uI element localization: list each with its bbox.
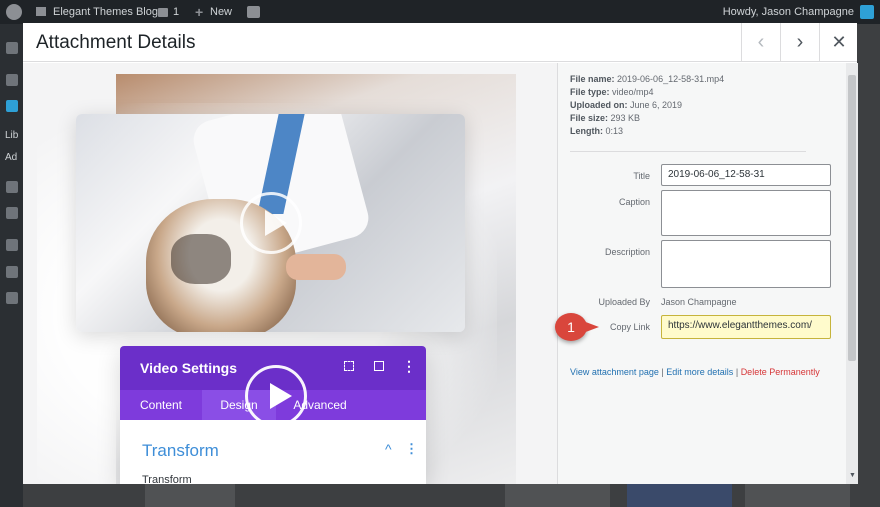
- menu-add-new-text[interactable]: Ad: [5, 152, 17, 163]
- video-settings-title: Video Settings: [140, 360, 237, 376]
- scrollbar-thumb[interactable]: [848, 75, 856, 361]
- background-strip: [505, 484, 610, 507]
- section-more-icon[interactable]: ⋮: [405, 441, 418, 457]
- title-label: Title: [633, 171, 650, 181]
- feedback-icon[interactable]: [6, 207, 18, 219]
- file-size-value: 293 KB: [610, 113, 641, 123]
- caption-textarea[interactable]: [661, 190, 831, 236]
- comments-menu-icon[interactable]: [6, 181, 18, 193]
- settings-icon[interactable]: [6, 292, 18, 304]
- copy-link-input[interactable]: https://www.elegantthemes.com/: [661, 315, 831, 339]
- media-preview: Video Settings ⋮ Content Design Advanced…: [23, 63, 557, 484]
- video-thumbnail[interactable]: [76, 114, 465, 332]
- delete-permanently-link[interactable]: Delete Permanently: [741, 367, 820, 377]
- tab-content[interactable]: Content: [120, 390, 202, 420]
- edit-more-details-link[interactable]: Edit more details: [666, 367, 733, 377]
- file-size-label: File size:: [570, 113, 609, 123]
- view-attachment-page-link[interactable]: View attachment page: [570, 367, 659, 377]
- details-scrollbar[interactable]: ▼: [846, 63, 858, 484]
- uploaded-by-label: Uploaded By: [598, 297, 650, 307]
- background-strip: [145, 484, 235, 507]
- scroll-down-icon[interactable]: ▼: [849, 472, 856, 479]
- admin-bar: Elegant Themes Blog 1 + New Howdy, Jason…: [0, 0, 880, 24]
- separator: |: [661, 367, 664, 377]
- posts-pin-icon[interactable]: [6, 74, 18, 86]
- separator: |: [735, 367, 739, 377]
- chevron-left-icon: ‹: [757, 31, 765, 53]
- description-label: Description: [604, 247, 650, 257]
- admin-side-menu: Lib Ad: [0, 24, 23, 507]
- modal-header: Attachment Details ‹ › ✕: [23, 23, 857, 62]
- description-textarea[interactable]: [661, 240, 831, 288]
- chevron-up-icon[interactable]: ^: [385, 441, 392, 457]
- vet-hand: [286, 254, 346, 280]
- close-modal-button[interactable]: ✕: [819, 23, 858, 62]
- length-label: Length:: [570, 126, 603, 136]
- step-callout-badge: 1: [555, 313, 599, 341]
- expand-icon[interactable]: [344, 361, 354, 371]
- attachment-actions: View attachment page | Edit more details…: [570, 367, 820, 377]
- caption-label: Caption: [618, 197, 650, 207]
- more-options-icon[interactable]: ⋮: [402, 358, 416, 375]
- chevron-right-icon: ›: [796, 31, 804, 53]
- attachment-info-pane: File name: 2019-06-06_12-58-31.mp4 File …: [557, 63, 858, 484]
- howdy-user-link[interactable]: Howdy, Jason Champagne: [723, 6, 854, 18]
- previous-attachment-button[interactable]: ‹: [741, 23, 780, 62]
- uploaded-on-value: June 6, 2019: [630, 100, 683, 110]
- next-attachment-button[interactable]: ›: [780, 23, 819, 62]
- home-icon[interactable]: [36, 7, 46, 16]
- comment-bubble-icon[interactable]: [158, 8, 168, 17]
- attachment-details-modal: Attachment Details ‹ › ✕ Video Settings: [23, 23, 858, 484]
- site-name-link[interactable]: Elegant Themes Blog: [53, 6, 158, 18]
- users-icon[interactable]: [6, 239, 18, 251]
- yoast-icon[interactable]: [247, 6, 260, 18]
- menu-library-text[interactable]: Lib: [5, 130, 18, 141]
- dashboard-icon[interactable]: [6, 42, 18, 54]
- plus-icon[interactable]: +: [195, 4, 203, 20]
- title-input[interactable]: 2019-06-06_12-58-31: [661, 164, 831, 186]
- split-view-icon[interactable]: [374, 361, 384, 371]
- close-icon: ✕: [831, 32, 847, 52]
- uploaded-by-value: Jason Champagne: [661, 297, 737, 307]
- tools-icon[interactable]: [6, 266, 18, 278]
- modal-title: Attachment Details: [36, 32, 196, 53]
- file-metadata: File name: 2019-06-06_12-58-31.mp4 File …: [570, 73, 724, 138]
- background-strip: [745, 484, 850, 507]
- media-icon[interactable]: [6, 100, 18, 112]
- file-type-label: File type:: [570, 87, 610, 97]
- uploaded-on-label: Uploaded on:: [570, 100, 628, 110]
- play-circle-icon[interactable]: [245, 365, 307, 427]
- file-name-label: File name:: [570, 74, 615, 84]
- wordpress-logo-icon[interactable]: [6, 4, 22, 20]
- play-circle-icon[interactable]: [240, 192, 302, 254]
- background-strip: [627, 484, 732, 507]
- user-avatar-icon[interactable]: [860, 5, 874, 19]
- length-value: 0:13: [605, 126, 624, 136]
- transform-section-title[interactable]: Transform: [142, 441, 219, 461]
- bulldog-face: [171, 234, 231, 284]
- comments-count[interactable]: 1: [173, 6, 179, 18]
- metadata-divider: [570, 151, 806, 152]
- file-type-value: video/mp4: [612, 87, 654, 97]
- transform-sub-label: Transform: [142, 474, 192, 484]
- new-content-link[interactable]: New: [210, 6, 232, 18]
- file-name-value: 2019-06-06_12-58-31.mp4: [617, 74, 725, 84]
